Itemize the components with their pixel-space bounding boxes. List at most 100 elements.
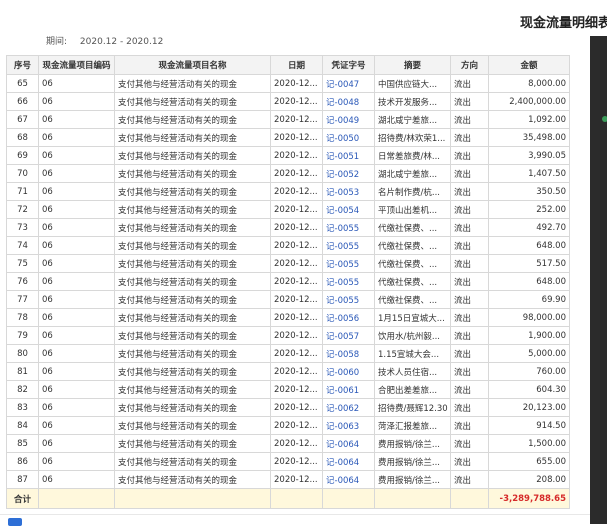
- flow-direction: 流出: [450, 218, 489, 237]
- entry-summary: 合肥出差差旅...: [374, 380, 451, 399]
- table-row[interactable]: 81 06 支付其他与经营活动有关的现金 2020-12... 记-0060 技术人员住宿…: [6, 362, 570, 381]
- voucher-number-link[interactable]: 记-0063: [322, 416, 375, 435]
- entry-summary: 日常差旅费/林...: [374, 146, 451, 165]
- table-row[interactable]: 79 06 支付其他与经营活动有关的现金 2020-12... 记-0057 饮用水/杭州…: [6, 326, 570, 345]
- amount: 98,000.00: [488, 308, 570, 327]
- amount: 517.50: [488, 254, 570, 273]
- flow-direction: 流出: [450, 470, 489, 489]
- voucher-number-link[interactable]: 记-0055: [322, 218, 375, 237]
- voucher-number-link[interactable]: 记-0061: [322, 380, 375, 399]
- entry-summary: 费用报销/徐兰...: [374, 470, 451, 489]
- row-index: 67: [6, 110, 39, 129]
- table-row[interactable]: 82 06 支付其他与经营活动有关的现金 2020-12... 记-0061 合肥出差差旅…: [6, 380, 570, 399]
- table-row[interactable]: 74 06 支付其他与经营活动有关的现金 2020-12... 记-0055 代缴社保费、…: [6, 236, 570, 255]
- table-row[interactable]: 70 06 支付其他与经营活动有关的现金 2020-12... 记-0052 湖北咸宁差旅…: [6, 164, 570, 183]
- row-index: 73: [6, 218, 39, 237]
- flow-direction: 流出: [450, 380, 489, 399]
- voucher-number-link[interactable]: 记-0064: [322, 434, 375, 453]
- table-row[interactable]: 87 06 支付其他与经营活动有关的现金 2020-12... 记-0064 费用报销/徐…: [6, 470, 570, 489]
- voucher-number-link[interactable]: 记-0054: [322, 200, 375, 219]
- flow-direction: 流出: [450, 254, 489, 273]
- table-row[interactable]: 66 06 支付其他与经营活动有关的现金 2020-12... 记-0048 技术开发服务…: [6, 92, 570, 111]
- row-index: 77: [6, 290, 39, 309]
- bottom-toolbar-button[interactable]: [8, 518, 22, 526]
- entry-date: 2020-12...: [270, 398, 323, 417]
- flow-item-code: 06: [38, 380, 115, 399]
- table-row[interactable]: 75 06 支付其他与经营活动有关的现金 2020-12... 记-0055 代缴社保费、…: [6, 254, 570, 273]
- table-row[interactable]: 72 06 支付其他与经营活动有关的现金 2020-12... 记-0054 平顶山出差机…: [6, 200, 570, 219]
- voucher-number-link[interactable]: 记-0055: [322, 254, 375, 273]
- entry-date: 2020-12...: [270, 254, 323, 273]
- voucher-number-link[interactable]: 记-0060: [322, 362, 375, 381]
- entry-summary: 招待费/林欢荣1...: [374, 128, 451, 147]
- entry-date: 2020-12...: [270, 164, 323, 183]
- amount: 604.30: [488, 380, 570, 399]
- entry-summary: 技术人员住宿...: [374, 362, 451, 381]
- table-row[interactable]: 69 06 支付其他与经营活动有关的现金 2020-12... 记-0051 日常差旅费/…: [6, 146, 570, 165]
- table-row[interactable]: 80 06 支付其他与经营活动有关的现金 2020-12... 记-0058 1.15宣城…: [6, 344, 570, 363]
- table-row[interactable]: 77 06 支付其他与经营活动有关的现金 2020-12... 记-0055 代缴社保费、…: [6, 290, 570, 309]
- voucher-number-link[interactable]: 记-0048: [322, 92, 375, 111]
- entry-date: 2020-12...: [270, 272, 323, 291]
- amount: 1,900.00: [488, 326, 570, 345]
- flow-item-name: 支付其他与经营活动有关的现金: [114, 308, 271, 327]
- voucher-number-link[interactable]: 记-0064: [322, 452, 375, 471]
- table-row[interactable]: 86 06 支付其他与经营活动有关的现金 2020-12... 记-0064 费用报销/徐…: [6, 452, 570, 471]
- entry-date: 2020-12...: [270, 146, 323, 165]
- voucher-number-link[interactable]: 记-0058: [322, 344, 375, 363]
- flow-item-name: 支付其他与经营活动有关的现金: [114, 398, 271, 417]
- column-header[interactable]: 金额: [488, 55, 570, 75]
- voucher-number-link[interactable]: 记-0056: [322, 308, 375, 327]
- voucher-number-link[interactable]: 记-0053: [322, 182, 375, 201]
- table-row[interactable]: 84 06 支付其他与经营活动有关的现金 2020-12... 记-0063 菏泽汇报差旅…: [6, 416, 570, 435]
- table-row[interactable]: 83 06 支付其他与经营活动有关的现金 2020-12... 记-0062 招待费/聂辉…: [6, 398, 570, 417]
- voucher-number-link[interactable]: 记-0055: [322, 290, 375, 309]
- column-header[interactable]: 凭证字号: [322, 55, 375, 75]
- voucher-number-link[interactable]: 记-0062: [322, 398, 375, 417]
- voucher-number-link[interactable]: 记-0047: [322, 74, 375, 93]
- column-header[interactable]: 日期: [270, 55, 323, 75]
- entry-summary: 费用报销/徐兰...: [374, 434, 451, 453]
- voucher-number-link[interactable]: 记-0049: [322, 110, 375, 129]
- voucher-number-link[interactable]: 记-0055: [322, 236, 375, 255]
- flow-direction: 流出: [450, 434, 489, 453]
- voucher-number-link[interactable]: 记-0052: [322, 164, 375, 183]
- column-header[interactable]: 方向: [450, 55, 489, 75]
- flow-direction: 流出: [450, 452, 489, 471]
- table-row[interactable]: 73 06 支付其他与经营活动有关的现金 2020-12... 记-0055 代缴社保费、…: [6, 218, 570, 237]
- entry-date: 2020-12...: [270, 290, 323, 309]
- row-index: 83: [6, 398, 39, 417]
- table-row[interactable]: 71 06 支付其他与经营活动有关的现金 2020-12... 记-0053 名片制作费/…: [6, 182, 570, 201]
- voucher-number-link[interactable]: 记-0051: [322, 146, 375, 165]
- table-row[interactable]: 76 06 支付其他与经营活动有关的现金 2020-12... 记-0055 代缴社保费、…: [6, 272, 570, 291]
- flow-direction: 流出: [450, 398, 489, 417]
- amount: 8,000.00: [488, 74, 570, 93]
- flow-item-code: 06: [38, 128, 115, 147]
- flow-item-name: 支付其他与经营活动有关的现金: [114, 344, 271, 363]
- table-row[interactable]: 78 06 支付其他与经营活动有关的现金 2020-12... 记-0056 1月15日宣…: [6, 308, 570, 327]
- voucher-number-link[interactable]: 记-0055: [322, 272, 375, 291]
- table-row[interactable]: 85 06 支付其他与经营活动有关的现金 2020-12... 记-0064 费用报销/徐…: [6, 434, 570, 453]
- table-row[interactable]: 68 06 支付其他与经营活动有关的现金 2020-12... 记-0050 招待费/林欢…: [6, 128, 570, 147]
- flow-item-name: 支付其他与经营活动有关的现金: [114, 380, 271, 399]
- column-header[interactable]: 现金流量项目名称: [114, 55, 271, 75]
- entry-summary: 1月15日宣城大...: [374, 308, 451, 327]
- column-header[interactable]: 序号: [6, 55, 39, 75]
- flow-item-code: 06: [38, 326, 115, 345]
- voucher-number-link[interactable]: 记-0050: [322, 128, 375, 147]
- column-header[interactable]: 现金流量项目编码: [38, 55, 115, 75]
- flow-direction: 流出: [450, 236, 489, 255]
- flow-item-code: 06: [38, 272, 115, 291]
- flow-item-code: 06: [38, 200, 115, 219]
- flow-direction: 流出: [450, 110, 489, 129]
- voucher-number-link[interactable]: 记-0064: [322, 470, 375, 489]
- table-row[interactable]: 65 06 支付其他与经营活动有关的现金 2020-12... 记-0047 中国供应链大…: [6, 74, 570, 93]
- entry-date: 2020-12...: [270, 218, 323, 237]
- voucher-number-link[interactable]: 记-0057: [322, 326, 375, 345]
- column-header[interactable]: 摘要: [374, 55, 451, 75]
- entry-summary: 湖北咸宁差旅...: [374, 164, 451, 183]
- entry-summary: 代缴社保费、...: [374, 218, 451, 237]
- table-row[interactable]: 67 06 支付其他与经营活动有关的现金 2020-12... 记-0049 湖北咸宁差旅…: [6, 110, 570, 129]
- flow-item-code: 06: [38, 218, 115, 237]
- flow-direction: 流出: [450, 128, 489, 147]
